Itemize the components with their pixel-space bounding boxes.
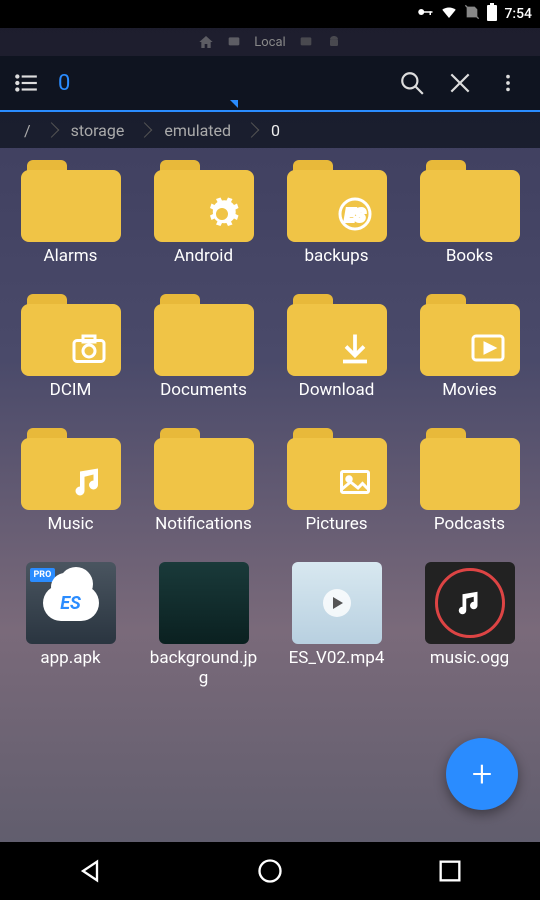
image-icon bbox=[337, 464, 373, 500]
wifi-icon bbox=[440, 3, 458, 25]
folder-icon bbox=[21, 160, 121, 242]
file-thumbnail bbox=[292, 562, 382, 644]
folder-icon bbox=[420, 294, 520, 376]
folder-item[interactable]: Podcasts bbox=[407, 428, 532, 554]
folder-label: Music bbox=[47, 514, 93, 554]
folder-item[interactable]: DCIM bbox=[8, 294, 133, 420]
folder-icon bbox=[287, 428, 387, 510]
folder-icon bbox=[21, 428, 121, 510]
folder-icon bbox=[420, 428, 520, 510]
crumb-storage[interactable]: storage bbox=[51, 121, 145, 140]
folder-item[interactable]: Notifications bbox=[141, 428, 266, 554]
file-item[interactable]: background.jpg bbox=[141, 562, 266, 689]
file-item[interactable]: PROESapp.apk bbox=[8, 562, 133, 689]
breadcrumb: / storage emulated 0 bbox=[0, 112, 540, 148]
status-time: 7:54 bbox=[504, 6, 532, 22]
folder-label: Movies bbox=[442, 380, 497, 420]
fab-add-button[interactable]: + bbox=[446, 738, 518, 810]
folder-label: Download bbox=[299, 380, 375, 420]
folder-icon bbox=[21, 294, 121, 376]
folder-label: Documents bbox=[160, 380, 247, 420]
folder-icon bbox=[154, 428, 254, 510]
crumb-root[interactable]: / bbox=[4, 121, 51, 140]
folder-icon: ES bbox=[287, 160, 387, 242]
folder-icon bbox=[154, 160, 254, 242]
gear-icon bbox=[204, 196, 240, 232]
folder-item[interactable]: Documents bbox=[141, 294, 266, 420]
note-icon bbox=[71, 464, 107, 500]
file-grid: Alarms Android ES backups Books DCIM Documents… bbox=[0, 148, 540, 701]
svg-text:ES: ES bbox=[344, 206, 365, 227]
file-item[interactable]: music.ogg bbox=[407, 562, 532, 689]
app-toolbar: 0 bbox=[0, 56, 540, 112]
location-strip: Local bbox=[0, 28, 540, 56]
folder-icon bbox=[154, 294, 254, 376]
folder-icon bbox=[420, 160, 520, 242]
folder-label: Alarms bbox=[44, 246, 98, 286]
close-button[interactable] bbox=[436, 59, 484, 107]
sdcard-icon[interactable] bbox=[226, 34, 242, 50]
download-icon bbox=[337, 330, 373, 366]
menu-list-button[interactable] bbox=[8, 65, 44, 101]
file-label: app.apk bbox=[40, 648, 100, 688]
no-sim-icon bbox=[464, 4, 480, 24]
crumb-0[interactable]: 0 bbox=[251, 121, 300, 140]
android-nav-bar bbox=[0, 842, 540, 900]
file-label: ES_V02.mp4 bbox=[289, 648, 385, 688]
folder-label: backups bbox=[305, 246, 369, 286]
file-label: background.jpg bbox=[149, 648, 259, 689]
nav-home-button[interactable] bbox=[256, 857, 284, 885]
search-button[interactable] bbox=[388, 59, 436, 107]
folder-item[interactable]: Books bbox=[407, 160, 532, 286]
disc-icon bbox=[435, 568, 505, 638]
sdcard2-icon[interactable] bbox=[298, 34, 314, 50]
dropdown-indicator-icon[interactable] bbox=[230, 100, 238, 108]
folder-item[interactable]: Alarms bbox=[8, 160, 133, 286]
folder-item[interactable]: Music bbox=[8, 428, 133, 554]
file-thumbnail: PROES bbox=[26, 562, 116, 644]
folder-label: DCIM bbox=[50, 380, 92, 420]
folder-label: Pictures bbox=[305, 514, 367, 554]
folder-item[interactable]: ES backups bbox=[274, 160, 399, 286]
android-status-bar: 7:54 bbox=[0, 0, 540, 28]
location-label: Local bbox=[254, 35, 285, 50]
android-icon[interactable] bbox=[326, 34, 342, 50]
folder-icon bbox=[287, 294, 387, 376]
file-item[interactable]: ES_V02.mp4 bbox=[274, 562, 399, 689]
folder-label: Books bbox=[446, 246, 493, 286]
folder-item[interactable]: Movies bbox=[407, 294, 532, 420]
folder-item[interactable]: Download bbox=[274, 294, 399, 420]
folder-label: Notifications bbox=[155, 514, 252, 554]
folder-label: Podcasts bbox=[434, 514, 505, 554]
overflow-menu-button[interactable] bbox=[484, 59, 532, 107]
file-label: music.ogg bbox=[430, 648, 509, 688]
camera-icon bbox=[71, 330, 107, 366]
path-count[interactable]: 0 bbox=[58, 71, 70, 96]
nav-recent-button[interactable] bbox=[436, 857, 464, 885]
es-icon: ES bbox=[337, 196, 373, 232]
play-icon bbox=[470, 330, 506, 366]
vpn-key-icon bbox=[416, 3, 434, 25]
file-thumbnail bbox=[159, 562, 249, 644]
file-thumbnail bbox=[425, 562, 515, 644]
home-icon[interactable] bbox=[198, 34, 214, 50]
battery-icon bbox=[486, 3, 498, 25]
play-icon bbox=[323, 589, 351, 617]
folder-label: Android bbox=[174, 246, 233, 286]
nav-back-button[interactable] bbox=[76, 857, 104, 885]
folder-item[interactable]: Pictures bbox=[274, 428, 399, 554]
folder-item[interactable]: Android bbox=[141, 160, 266, 286]
es-logo: ES bbox=[60, 593, 81, 614]
crumb-emulated[interactable]: emulated bbox=[144, 121, 251, 140]
